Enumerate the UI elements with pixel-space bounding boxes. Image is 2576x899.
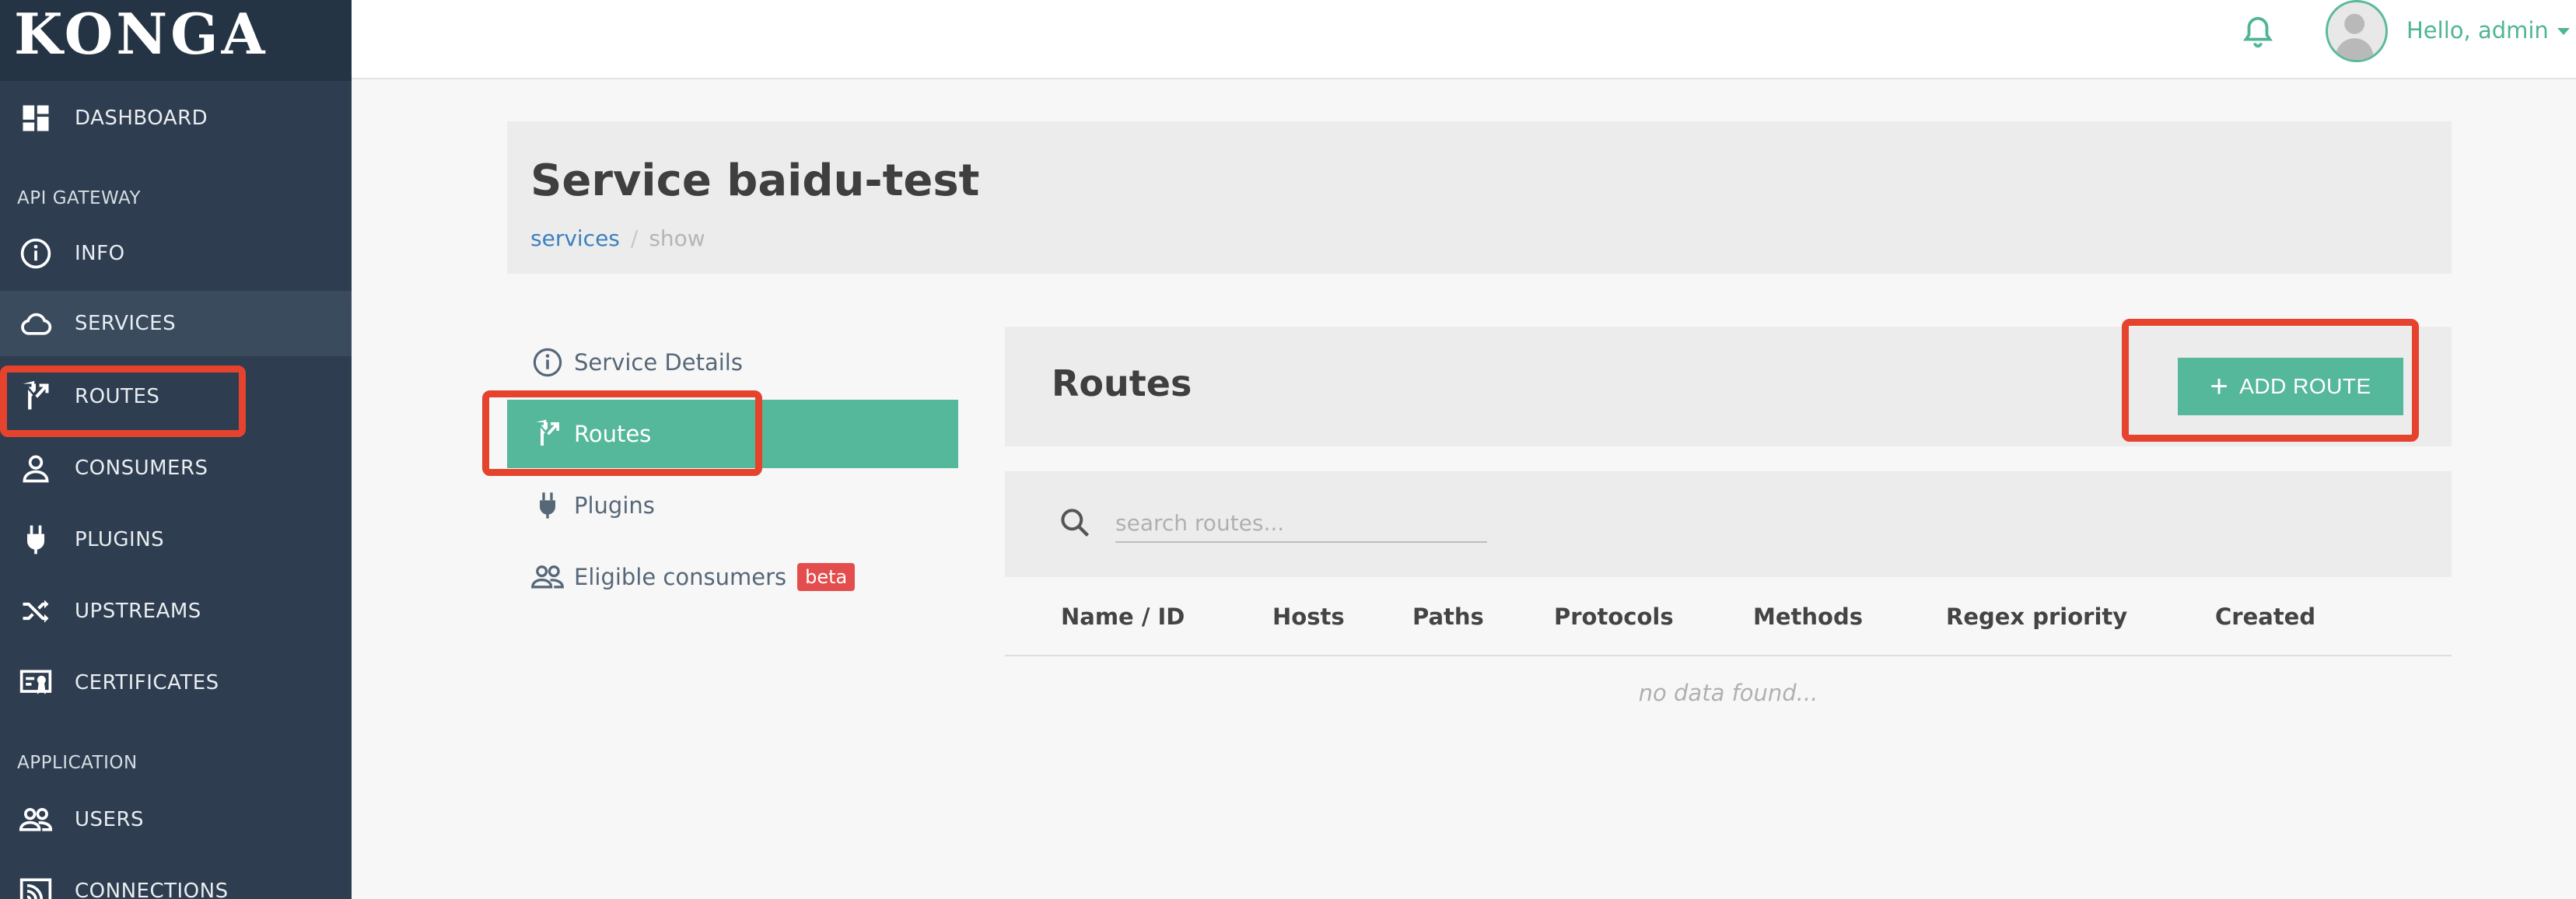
column-header-hosts[interactable]: Hosts <box>1272 603 1345 630</box>
sidebar-item-label: INFO <box>75 242 125 265</box>
sidebar-item-dashboard[interactable]: DASHBOARD <box>0 86 352 151</box>
page-header: Service baidu-test services / show <box>507 121 2452 274</box>
breadcrumb-current: show <box>649 226 705 251</box>
breadcrumb: services / show <box>530 226 705 251</box>
sidebar-item-services[interactable]: SERVICES <box>0 291 352 356</box>
info-icon <box>17 235 54 272</box>
sidebar-item-label: SERVICES <box>75 312 177 335</box>
user-icon <box>17 450 54 487</box>
sidebar-item-label: DASHBOARD <box>75 107 208 130</box>
avatar-silhouette-icon <box>2335 13 2375 60</box>
breadcrumb-separator: / <box>630 226 639 251</box>
routes-title: Routes <box>1052 362 1192 404</box>
subnav-item-label: Eligible consumers <box>574 564 787 590</box>
breadcrumb-link-services[interactable]: services <box>530 226 620 251</box>
empty-table-message: no data found... <box>1638 680 1818 706</box>
sidebar-item-label: CONSUMERS <box>75 456 208 480</box>
sidebar-section-api-gateway: API GATEWAY <box>17 188 142 208</box>
avatar[interactable] <box>2326 0 2388 62</box>
sidebar-item-label: PLUGINS <box>75 528 165 551</box>
column-header-regex-priority[interactable]: Regex priority <box>1946 603 2127 630</box>
sidebar-item-connections[interactable]: CONNECTIONS <box>0 859 352 899</box>
routes-table-header: Name / ID Hosts Paths Protocols Methods … <box>1005 579 2452 656</box>
users-icon <box>530 560 565 594</box>
user-greeting[interactable]: Hello, admin <box>2406 17 2549 44</box>
sidebar-item-info[interactable]: INFO <box>0 221 352 286</box>
chevron-down-icon[interactable] <box>2557 28 2570 35</box>
users-icon <box>17 801 54 838</box>
subnav-item-eligible-consumers[interactable]: Eligible consumers beta <box>507 543 958 611</box>
sidebar-item-certificates[interactable]: CERTIFICATES <box>0 650 352 715</box>
subnav-item-label: Plugins <box>574 492 655 519</box>
sidebar-item-label: USERS <box>75 808 145 831</box>
sidebar-item-label: CERTIFICATES <box>75 671 219 694</box>
column-header-name-id[interactable]: Name / ID <box>1061 603 1185 630</box>
search-icon <box>1061 509 1090 537</box>
sidebar-item-label: UPSTREAMS <box>75 600 201 623</box>
plug-icon <box>530 488 565 523</box>
search-panel <box>1005 471 2452 577</box>
page-title: Service baidu-test <box>530 156 980 206</box>
search-input[interactable] <box>1115 504 1487 543</box>
column-header-paths[interactable]: Paths <box>1412 603 1484 630</box>
subnav-item-label: Service Details <box>574 349 743 376</box>
highlight-add-route-button <box>2122 319 2419 442</box>
sidebar-section-application: APPLICATION <box>17 753 138 773</box>
column-header-protocols[interactable]: Protocols <box>1554 603 1674 630</box>
beta-badge: beta <box>797 563 856 591</box>
subnav-item-service-details[interactable]: Service Details <box>507 328 958 397</box>
sidebar-item-users[interactable]: USERS <box>0 787 352 852</box>
info-icon <box>530 345 565 380</box>
subnav-item-plugins[interactable]: Plugins <box>507 471 958 540</box>
konga-logo[interactable]: KONGA <box>0 0 352 81</box>
shuffle-icon <box>17 593 54 630</box>
highlight-sidebar-routes <box>0 366 246 437</box>
column-header-created[interactable]: Created <box>2215 603 2315 630</box>
highlight-subnav-routes <box>482 390 762 476</box>
plug-icon <box>17 521 54 558</box>
cloud-icon <box>17 305 54 342</box>
sidebar-item-consumers[interactable]: CONSUMERS <box>0 436 352 501</box>
connections-icon <box>17 873 54 899</box>
sidebar-item-label: CONNECTIONS <box>75 880 229 899</box>
sidebar-item-upstreams[interactable]: UPSTREAMS <box>0 579 352 644</box>
column-header-methods[interactable]: Methods <box>1753 603 1863 630</box>
certificate-icon <box>17 664 54 701</box>
sidebar: KONGA DASHBOARD API GATEWAY INFO SERVICE… <box>0 0 352 899</box>
sidebar-item-plugins[interactable]: PLUGINS <box>0 507 352 572</box>
dashboard-icon <box>17 100 54 137</box>
bell-icon[interactable] <box>2240 14 2276 50</box>
